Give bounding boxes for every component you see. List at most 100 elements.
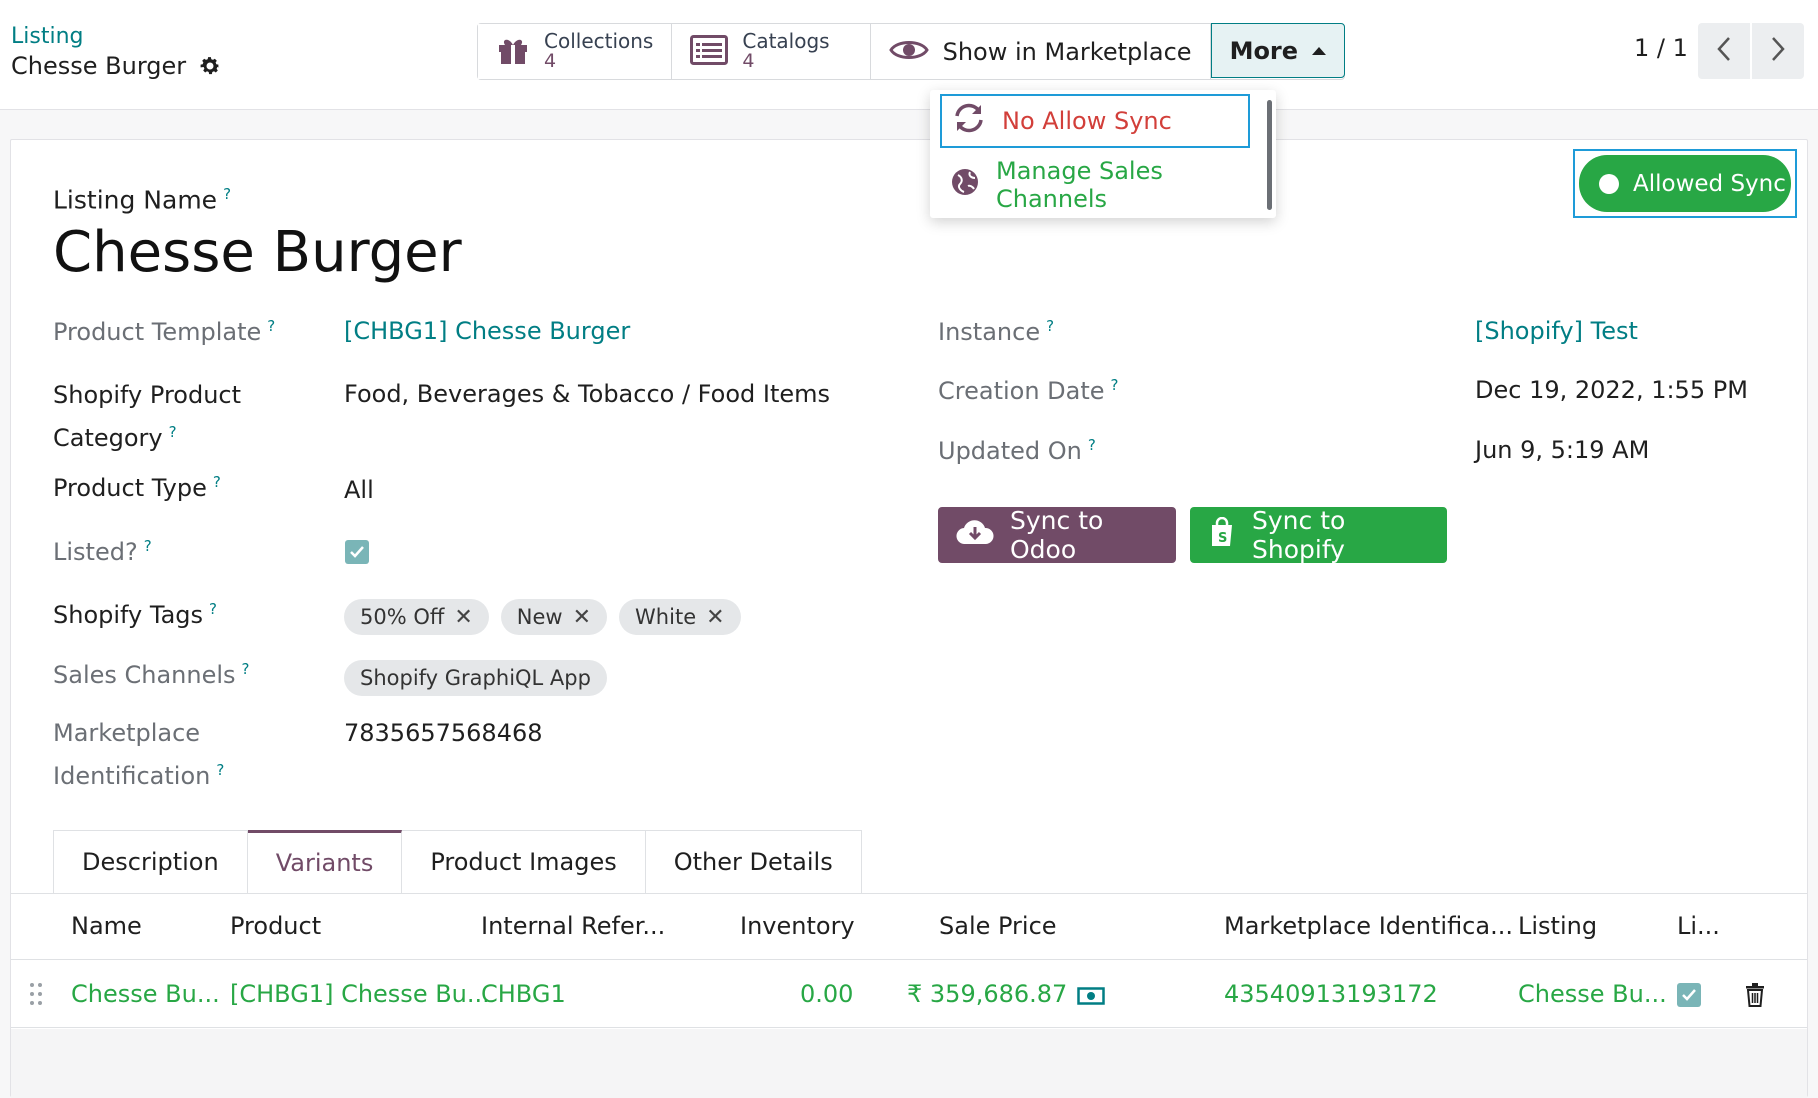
sales-channels-label: Sales Channels? <box>53 660 250 689</box>
pager-previous-button[interactable] <box>1698 23 1750 79</box>
shopify-tags-field[interactable]: 50% Off ✕ New ✕ White ✕ <box>344 599 741 635</box>
money-icon[interactable] <box>1077 987 1105 1009</box>
product-type-value[interactable]: All <box>344 476 374 504</box>
tag-chip: New ✕ <box>500 599 608 635</box>
tab-variants[interactable]: Variants <box>247 830 403 894</box>
instance-link[interactable]: [Shopify] Test <box>1475 317 1638 345</box>
column-header-listing[interactable]: Listing <box>1518 912 1597 940</box>
allowed-sync-label: Allowed Sync <box>1633 170 1786 197</box>
show-in-marketplace-button[interactable]: Show in Marketplace <box>870 24 1211 79</box>
pager-next-button[interactable] <box>1752 23 1804 79</box>
trash-icon[interactable] <box>1745 983 1765 1011</box>
product-type-label: Product Type? <box>53 473 221 502</box>
collections-label: Collections <box>544 29 654 54</box>
gear-icon[interactable] <box>198 54 222 78</box>
notebook-tabs: Description Variants Product Images Othe… <box>53 830 862 894</box>
tab-description[interactable]: Description <box>53 830 248 894</box>
list-icon <box>690 34 729 69</box>
cloud-download-icon <box>956 517 994 553</box>
shopify-bag-icon: S <box>1208 516 1236 553</box>
shopify-category-value[interactable]: Food, Beverages & Tobacco / Food Items <box>344 380 830 408</box>
marketplace-id-value[interactable]: 7835657568468 <box>344 719 543 747</box>
catalogs-button[interactable]: Catalogs 4 <box>672 24 871 79</box>
cell-name: Chesse Bu... <box>71 980 220 1008</box>
cell-inventory: 0.00 <box>800 980 854 1008</box>
column-header-listed[interactable]: Li... <box>1677 912 1720 940</box>
updated-on-label: Updated On? <box>938 436 1096 465</box>
breadcrumb-current: Chesse Burger <box>11 52 187 80</box>
listing-name-label: Listing Name? <box>53 185 232 215</box>
column-header-sale-price[interactable]: Sale Price <box>939 912 1057 940</box>
column-header-inventory[interactable]: Inventory <box>740 912 855 940</box>
svg-text:S: S <box>1218 531 1227 546</box>
close-icon[interactable]: ✕ <box>573 605 591 630</box>
column-header-marketplace-id[interactable]: Marketplace Identifica... <box>1224 912 1513 940</box>
more-dropdown-toggle[interactable]: More <box>1210 23 1346 78</box>
eye-icon <box>888 37 929 67</box>
more-dropdown-menu: No Allow Sync Manage Sales Channels <box>930 90 1276 218</box>
column-header-internal-reference[interactable]: Internal Refer... <box>481 912 665 940</box>
cell-listed-checkbox[interactable] <box>1677 983 1701 1007</box>
sync-to-odoo-label: Sync to Odoo <box>1010 506 1104 564</box>
pager-value[interactable]: 1 / 1 <box>1634 34 1688 62</box>
allowed-sync-focus-frame: Allowed Sync <box>1573 149 1797 218</box>
refresh-icon <box>952 103 986 139</box>
caret-up-icon <box>1312 46 1327 55</box>
manage-sales-channels-menu-item[interactable]: Manage Sales Channels <box>940 157 1250 213</box>
smart-buttons: Collections 4 Catalogs 4 Show in Marketp… <box>477 23 1346 80</box>
catalogs-label: Catalogs <box>742 29 830 54</box>
marketplace-id-label: Marketplace Identification? <box>53 719 225 790</box>
show-in-marketplace-label: Show in Marketplace <box>942 37 1192 66</box>
close-icon[interactable]: ✕ <box>706 605 724 630</box>
sync-to-shopify-button[interactable]: S Sync to Shopify <box>1190 506 1447 564</box>
catalogs-count: 4 <box>742 50 755 73</box>
dropdown-scrollbar[interactable] <box>1267 100 1272 210</box>
no-allow-sync-menu-item[interactable]: No Allow Sync <box>940 94 1250 148</box>
close-icon[interactable]: ✕ <box>454 605 472 630</box>
breadcrumb: Chesse Burger <box>11 52 222 80</box>
column-header-product[interactable]: Product <box>230 912 321 940</box>
table-row[interactable]: Chesse Bu... [CHBG1] Chesse Bu... CHBG1 … <box>11 961 1807 1028</box>
sales-channels-field[interactable]: Shopify GraphiQL App <box>344 660 607 696</box>
tag-chip: White ✕ <box>619 599 741 635</box>
control-panel: Listing Chesse Burger Collections 4 Cata… <box>0 0 1818 110</box>
listed-checkbox[interactable] <box>345 540 369 564</box>
chevron-right-icon <box>1770 35 1786 67</box>
variants-table-header: Name Product Internal Refer... Inventory… <box>11 894 1807 960</box>
cell-listing: Chesse Bu... <box>1518 980 1667 1008</box>
globe-icon <box>950 167 980 203</box>
sales-channel-chip: Shopify GraphiQL App <box>344 660 607 696</box>
gift-icon <box>496 35 530 69</box>
table-footer <box>11 1029 1807 1098</box>
allowed-sync-button[interactable]: Allowed Sync <box>1579 155 1791 212</box>
collections-count: 4 <box>544 50 557 73</box>
sync-to-shopify-label: Sync to Shopify <box>1252 506 1346 564</box>
shopify-tags-label: Shopify Tags? <box>53 600 217 629</box>
listed-label: Listed?? <box>53 537 152 566</box>
product-template-label: Product Template? <box>53 317 276 346</box>
drag-handle-icon[interactable] <box>29 982 43 1010</box>
instance-label: Instance? <box>938 317 1055 346</box>
cell-product: [CHBG1] Chesse Bu... <box>230 980 490 1008</box>
cell-sale-price: ₹ 359,686.87 <box>907 980 1068 1008</box>
status-dot-icon <box>1599 173 1619 194</box>
breadcrumb-parent-link[interactable]: Listing <box>11 24 83 49</box>
listing-name-value[interactable]: Chesse Burger <box>53 220 462 285</box>
cell-marketplace-id: 43540913193172 <box>1224 980 1438 1008</box>
creation-date-label: Creation Date? <box>938 376 1119 405</box>
tab-other-details[interactable]: Other Details <box>645 830 862 894</box>
shopify-category-label: Shopify Product Category? <box>53 381 242 452</box>
collections-button[interactable]: Collections 4 <box>478 24 673 79</box>
updated-on-value: Jun 9, 5:19 AM <box>1475 436 1650 464</box>
tag-chip: 50% Off ✕ <box>344 599 489 635</box>
sync-to-odoo-button[interactable]: Sync to Odoo <box>938 506 1176 564</box>
tab-product-images[interactable]: Product Images <box>402 830 646 894</box>
chevron-left-icon <box>1716 35 1732 67</box>
creation-date-value: Dec 19, 2022, 1:55 PM <box>1475 376 1748 404</box>
no-allow-sync-label: No Allow Sync <box>1002 107 1172 135</box>
manage-sales-channels-label: Manage Sales Channels <box>996 157 1163 213</box>
cell-internal-reference: CHBG1 <box>481 980 566 1008</box>
column-header-name[interactable]: Name <box>71 912 142 940</box>
product-template-link[interactable]: [CHBG1] Chesse Burger <box>344 317 630 345</box>
form-sheet: Allowed Sync Listing Name? Chesse Burger… <box>10 139 1808 1098</box>
